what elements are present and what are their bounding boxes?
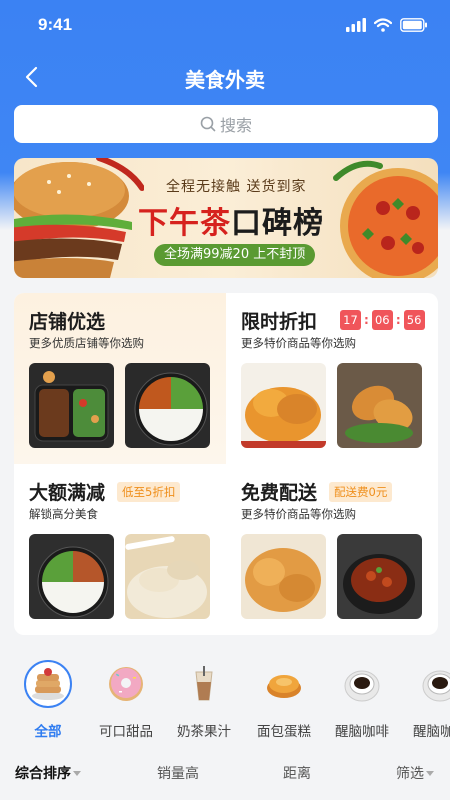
wifi-icon — [374, 18, 392, 32]
category-bakery[interactable]: 面包蛋糕 — [244, 655, 324, 740]
category-label: 可口甜品 — [99, 724, 153, 740]
search-icon — [200, 116, 216, 132]
category-label: 奶茶果汁 — [177, 724, 231, 740]
category-label: 醒脑咖啡 — [413, 724, 450, 740]
promo-tag: 低至5折扣 — [117, 482, 181, 502]
banner-title-highlight: 下午茶 — [138, 206, 231, 241]
page-title: 美食外卖 — [185, 68, 265, 92]
sort-default[interactable]: 综合排序 — [15, 763, 81, 783]
sort-bar: 综合排序 销量高 距离 筛选 — [0, 755, 450, 791]
sort-label: 距离 — [283, 766, 311, 782]
promo-free-delivery[interactable]: 免费配送 配送费0元 更多特价商品等你选购 — [226, 464, 438, 635]
banner-title: 下午茶口碑榜 — [138, 198, 324, 242]
nav-bar: 美食外卖 — [0, 56, 450, 100]
sort-label: 综合排序 — [15, 766, 71, 782]
donut-icon — [102, 660, 150, 708]
search-input[interactable]: 搜索 — [14, 105, 438, 143]
timer-hours: 17 — [340, 310, 361, 330]
filter-button[interactable]: 筛选 — [396, 763, 434, 783]
bento-box-image — [29, 363, 114, 448]
caret-down-icon — [73, 770, 81, 776]
category-coffee-2[interactable]: 醒脑咖啡 — [400, 655, 450, 740]
status-time: 9:41 — [38, 15, 73, 34]
timer-seconds: 56 — [403, 310, 425, 330]
status-bar: 9:41 — [0, 0, 450, 52]
category-coffee[interactable]: 醒脑咖啡 — [322, 655, 402, 740]
banner-subtitle: 全程无接触 送货到家 — [166, 179, 307, 195]
signal-icon — [346, 18, 366, 32]
coffee-icon — [338, 660, 386, 708]
promo-subtitle: 更多优质店铺等你选购 — [29, 336, 144, 350]
promo-subtitle: 更多特价商品等你选购 — [241, 507, 356, 521]
promo-flash-sale[interactable]: 限时折扣 17 : 06 : 56 更多特价商品等你选购 — [226, 293, 438, 464]
countdown-timer: 17 : 06 : 56 — [340, 310, 425, 330]
category-milk-tea[interactable]: 奶茶果汁 — [164, 655, 244, 740]
bento-box-image — [125, 363, 210, 448]
promo-subtitle: 更多特价商品等你选购 — [241, 336, 356, 350]
burger-image — [14, 158, 144, 278]
milk-tea-icon — [180, 660, 228, 708]
promo-subtitle: 解锁高分美食 — [29, 507, 98, 521]
sort-label: 销量高 — [157, 766, 199, 782]
banner-title-rest: 口碑榜 — [231, 206, 324, 241]
sort-sales[interactable]: 销量高 — [157, 763, 199, 783]
coffee-icon — [416, 660, 450, 708]
promo-tag: 配送费0元 — [329, 482, 393, 502]
category-bar: 全部 可口甜品 奶茶果汁 面包蛋糕 醒脑咖啡 醒脑咖 — [0, 655, 450, 745]
promo-title: 免费配送 — [241, 482, 318, 504]
category-label: 全部 — [34, 724, 62, 740]
promo-big-discount[interactable]: 大额满减 低至5折扣 解锁高分美食 — [14, 464, 226, 635]
promo-title: 大额满减 — [29, 482, 106, 504]
promo-title: 店铺优选 — [29, 311, 106, 333]
dumplings-image — [125, 534, 210, 619]
category-label: 面包蛋糕 — [257, 724, 311, 740]
category-label: 醒脑咖啡 — [335, 724, 389, 740]
promo-banner[interactable]: 全程无接触 送货到家 下午茶口碑榜 全场满99减20 上不封顶 — [14, 158, 438, 278]
banner-offer-pill: 全场满99减20 上不封顶 — [154, 244, 316, 266]
promo-store-picks[interactable]: 店铺优选 更多优质店铺等你选购 — [14, 293, 226, 464]
status-icons — [346, 18, 428, 32]
caret-down-icon — [426, 770, 434, 776]
sort-distance[interactable]: 距离 — [283, 763, 311, 783]
timer-minutes: 06 — [371, 310, 393, 330]
bento-box-image — [29, 534, 114, 619]
promo-title: 限时折扣 — [241, 311, 318, 333]
category-all[interactable]: 全部 — [8, 655, 88, 740]
clay-pot-dish-image — [337, 534, 422, 619]
fried-chicken-image — [241, 534, 326, 619]
pizza-image — [333, 160, 438, 278]
pancake-icon — [24, 660, 72, 708]
sort-label: 筛选 — [396, 766, 424, 782]
promo-grid: 店铺优选 更多优质店铺等你选购 限时折扣 17: 06: 56 更多特价商品… — [14, 293, 438, 635]
fried-chicken-image — [241, 363, 326, 448]
chicken-drumstick-image — [337, 363, 422, 448]
bread-icon — [260, 660, 308, 708]
search-placeholder: 搜索 — [219, 116, 252, 135]
category-desserts[interactable]: 可口甜品 — [86, 655, 166, 740]
battery-icon — [400, 18, 427, 32]
